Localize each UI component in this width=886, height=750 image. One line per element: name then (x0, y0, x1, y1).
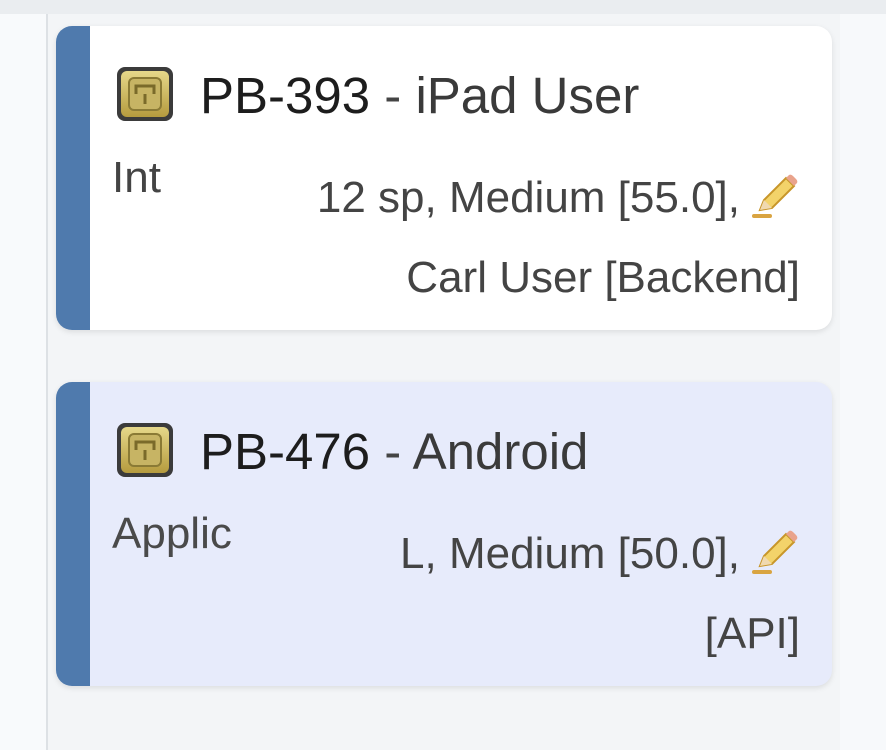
adjacent-column (840, 14, 886, 750)
card-meta: 12 sp, Medium [55.0], Carl User [Backend… (317, 158, 800, 318)
estimate-text: 12 sp, Medium [55.0], (316, 173, 740, 222)
card-meta: L, Medium [50.0], [API] (400, 514, 800, 674)
pencil-icon[interactable] (750, 170, 800, 220)
description-text: Int (112, 153, 161, 202)
assignee-line: Carl User [Backend] (406, 253, 800, 302)
title-separator: - (384, 423, 402, 480)
issue-description: Applic (112, 504, 272, 568)
title-separator: - (384, 67, 402, 124)
estimate-line: L, Medium [50.0], (400, 514, 800, 594)
issue-description: Int (112, 148, 184, 212)
issue-card-selected[interactable]: PB-476 - Android Applic L, Medium [50.0]… (56, 382, 832, 686)
story-icon (117, 423, 173, 477)
issue-summary: Android (412, 423, 589, 480)
issue-key[interactable]: PB-393 (200, 67, 370, 124)
top-bar (0, 0, 886, 14)
card-title[interactable]: PB-476 - Android (200, 420, 588, 484)
issue-card[interactable]: PB-393 - iPad User Int 12 sp, Medium [55… (56, 26, 832, 330)
card-color-stripe (56, 26, 90, 330)
card-color-stripe (56, 382, 90, 686)
issue-key[interactable]: PB-476 (200, 423, 370, 480)
pencil-icon[interactable] (750, 526, 800, 576)
description-text: Applic (112, 509, 232, 558)
card-title[interactable]: PB-393 - iPad User (200, 64, 639, 128)
story-icon (117, 67, 173, 121)
estimate-text: L, Medium [50.0], (400, 529, 740, 578)
assignee-line: [API] (704, 609, 800, 658)
estimate-line: 12 sp, Medium [55.0], (317, 158, 800, 238)
issue-summary: iPad User (415, 67, 640, 124)
